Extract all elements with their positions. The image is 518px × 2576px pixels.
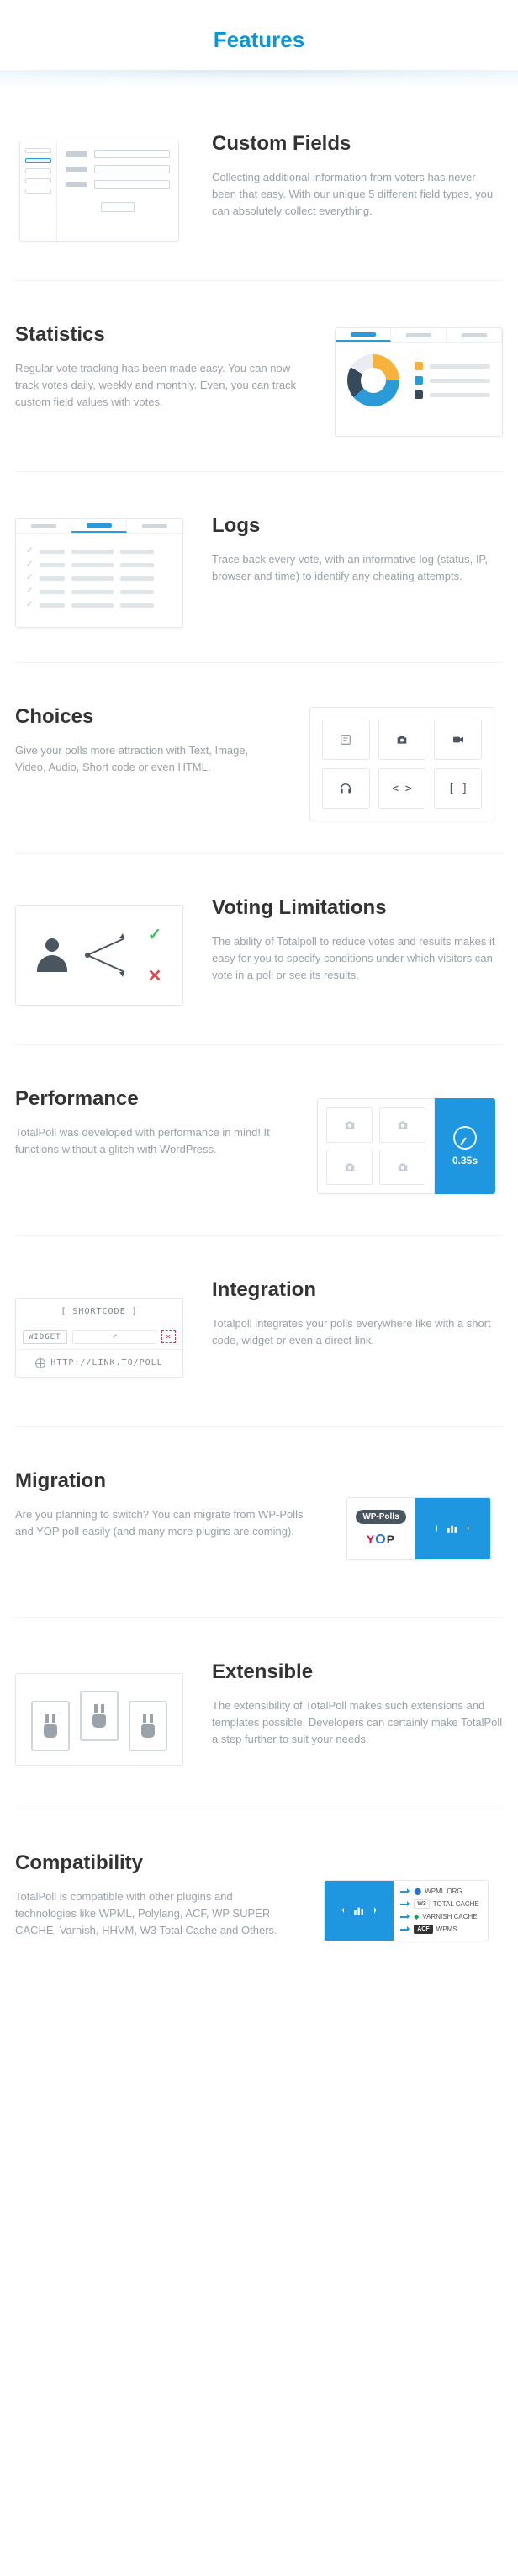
feature-extensible: Extensible The extensibility of TotalPol… (0, 1618, 518, 1809)
camera-icon (379, 1150, 426, 1185)
compatibility-illustration: ⬤WPML.ORG W3TOTAL CACHE ◆VARNISH CACHE A… (309, 1851, 503, 1969)
totalpoll-logo-icon (342, 1893, 376, 1927)
choices-illustration: < > [ ] (301, 705, 503, 823)
migration-body: Are you planning to switch? You can migr… (15, 1506, 306, 1540)
voting-limitations-title: Voting Limitations (212, 896, 503, 920)
compatibility-title: Compatibility (15, 1851, 281, 1875)
wave-divider (0, 70, 518, 90)
widget-label: WIDGET (23, 1330, 67, 1344)
link-row: HTTP://LINK.TO/POLL (16, 1350, 182, 1377)
compatibility-body: TotalPoll is compatible with other plugi… (15, 1888, 281, 1939)
video-icon (434, 720, 482, 760)
extensible-title: Extensible (212, 1660, 503, 1684)
plugin-icon (31, 1701, 70, 1751)
check-icon: ✓ (148, 924, 162, 945)
donut-chart-icon (347, 354, 399, 406)
logs-title: Logs (212, 514, 503, 538)
feature-integration: [ SHORTCODE ] WIDGET ✕ HTTP://LINK.TO/PO… (0, 1236, 518, 1426)
integration-title: Integration (212, 1278, 503, 1302)
feature-performance: 0.35s Performance TotalPoll was develope… (0, 1045, 518, 1235)
feature-logs: ✓ ✓ ✓ ✓ ✓ Logs Trace back every vote, wi… (0, 472, 518, 662)
voting-limitations-body: The ability of Totalpoll to reduce votes… (212, 933, 503, 984)
feature-statistics: Statistics Regular vote tracking has bee… (0, 281, 518, 471)
choices-body: Give your polls more attraction with Tex… (15, 742, 272, 776)
plugin-icon (80, 1691, 119, 1741)
feature-migration: WP-Polls YOP Migration Are you planning … (0, 1427, 518, 1617)
headphones-icon (322, 768, 370, 809)
yop-logo: YOP (367, 1532, 395, 1548)
compat-wpml: ⬤WPML.ORG (402, 1888, 478, 1895)
compat-acf-wpms: ACFWPMS (402, 1925, 478, 1934)
camera-icon (379, 1107, 426, 1143)
integration-illustration: [ SHORTCODE ] WIDGET ✕ HTTP://LINK.TO/PO… (15, 1278, 183, 1396)
performance-time: 0.35s (452, 1155, 478, 1166)
compat-w3: W3TOTAL CACHE (402, 1899, 478, 1909)
statistics-illustration (335, 323, 503, 441)
extensible-body: The extensibility of TotalPoll makes suc… (212, 1697, 503, 1748)
performance-illustration: 0.35s (309, 1087, 503, 1205)
stopwatch-icon (453, 1126, 477, 1150)
plugin-icon (129, 1701, 167, 1751)
link-label: HTTP://LINK.TO/POLL (50, 1358, 162, 1368)
voting-limitations-illustration: ✓ ✕ (15, 896, 183, 1014)
code-icon: < > (378, 768, 426, 809)
feature-custom-fields: Custom Fields Collecting additional info… (0, 90, 518, 280)
performance-title: Performance (15, 1087, 281, 1111)
brackets-icon: [ ] (434, 768, 482, 809)
cross-icon: ✕ (148, 965, 162, 986)
camera-icon (326, 1107, 373, 1143)
globe-icon (35, 1358, 45, 1368)
totalpoll-logo-icon (436, 1511, 469, 1545)
text-icon (322, 720, 370, 760)
page-title: Features (0, 0, 518, 70)
shortcode-row: [ SHORTCODE ] (16, 1299, 182, 1325)
integration-body: Totalpoll integrates your polls everywhe… (212, 1315, 503, 1349)
feature-choices: < > [ ] Choices Give your polls more att… (0, 663, 518, 853)
extensible-illustration (15, 1660, 183, 1778)
camera-icon (326, 1150, 373, 1185)
widget-row: WIDGET ✕ (16, 1325, 182, 1350)
migration-illustration: WP-Polls YOP (335, 1469, 503, 1587)
wp-polls-badge: WP-Polls (356, 1510, 405, 1524)
custom-fields-illustration (15, 132, 183, 250)
statistics-title: Statistics (15, 323, 306, 347)
performance-body: TotalPoll was developed with performance… (15, 1124, 281, 1158)
custom-fields-title: Custom Fields (212, 132, 503, 156)
feature-compatibility: ⬤WPML.ORG W3TOTAL CACHE ◆VARNISH CACHE A… (0, 1809, 518, 2000)
compat-varnish: ◆VARNISH CACHE (402, 1913, 478, 1920)
custom-fields-body: Collecting additional information from v… (212, 169, 503, 220)
camera-icon (378, 720, 426, 760)
logs-body: Trace back every vote, with an informati… (212, 551, 503, 585)
close-icon: ✕ (161, 1330, 176, 1343)
statistics-body: Regular vote tracking has been made easy… (15, 360, 306, 411)
choices-title: Choices (15, 705, 272, 729)
feature-voting-limitations: ✓ ✕ Voting Limitations The ability of To… (0, 854, 518, 1044)
branch-icon (82, 930, 133, 980)
user-icon (37, 938, 67, 972)
migration-title: Migration (15, 1469, 306, 1493)
logs-illustration: ✓ ✓ ✓ ✓ ✓ (15, 514, 183, 632)
